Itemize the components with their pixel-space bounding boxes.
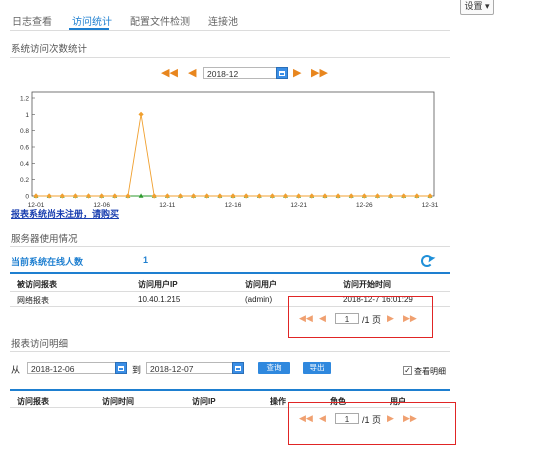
server-first-page-icon[interactable]: ◀◀ [299,313,313,323]
detail-prev-page-icon[interactable]: ◀ [319,413,326,423]
show-detail-checkbox[interactable]: ✓ [403,366,412,375]
access-count-chart: 00.20.40.60.811.212-01 12-06 12-11 12-16 12-… [20,91,439,209]
server-divider [10,246,450,247]
server-next-page-icon[interactable]: ▶ [387,313,394,323]
server-col-start-time: 访问开始时间 [343,280,391,289]
month-input[interactable]: 2018-12 [203,67,277,79]
detail-col-report: 访问报表 [17,397,49,406]
server-col-ip: 访问用户IP [138,280,178,289]
caret-down-icon: ▾ [485,1,490,11]
online-users-label: 当前系统在线人数 [11,257,84,267]
server-page-total: /1 页 [362,315,382,325]
y-tick-label: 1.2 [20,96,29,103]
detail-col-action: 操作 [270,397,286,406]
y-tick-label: 0.8 [20,128,29,135]
calendar-icon[interactable] [276,67,288,79]
online-users-count: 1 [143,255,149,265]
x-tick-label: 12-11 [159,202,176,209]
detail-section-title: 报表访问明细 [11,339,69,350]
prev-month-icon[interactable]: ◀ [188,67,196,79]
tab-connection-pool[interactable]: 连接池 [208,13,238,28]
refresh-icon[interactable] [421,255,433,267]
y-tick-label: 1 [25,112,29,119]
x-tick-label: 12-31 [422,202,439,209]
tab-log-view[interactable]: 日志查看 [12,13,52,28]
server-cell-report: 网络报表 [17,296,49,305]
x-tick-label: 12-16 [225,202,242,209]
chart-frame [31,91,435,197]
stats-section-title: 系统访问次数统计 [11,44,88,55]
from-calendar-icon[interactable] [115,362,127,374]
from-label: 从 [11,365,21,375]
server-table-header-rule [10,291,450,292]
query-button[interactable]: 查询 [258,362,290,374]
settings-dropdown[interactable]: 设置 ▾ [460,0,494,15]
server-last-page-icon[interactable]: ▶▶ [403,313,417,323]
y-tick-label: 0.2 [20,177,29,184]
x-tick-label: 12-21 [290,202,307,209]
detail-divider [10,351,450,352]
tab-access-stats[interactable]: 访问统计 [72,13,112,28]
y-tick-label: 0.6 [20,145,29,152]
detail-col-ip: 访问IP [192,397,216,406]
server-table-top-rule [10,272,450,274]
server-prev-page-icon[interactable]: ◀ [319,313,326,323]
stats-divider [10,57,450,58]
show-detail-label: 查看明细 [414,367,446,376]
y-tick-label: 0 [25,194,29,201]
detail-table-top-rule [10,389,450,391]
to-calendar-icon[interactable] [232,362,244,374]
export-button[interactable]: 导出 [303,362,331,374]
server-col-report: 被访问报表 [17,280,57,289]
to-date-input[interactable]: 2018-12-07 [146,362,233,374]
unregistered-watermark: 报表系统尚未注册，请购买 [11,209,120,219]
to-label: 到 [132,365,142,375]
detail-col-time: 访问时间 [102,397,134,406]
detail-last-page-icon[interactable]: ▶▶ [403,413,417,423]
detail-first-page-icon[interactable]: ◀◀ [299,413,313,423]
server-col-user: 访问用户 [245,280,277,289]
server-cell-user: (admin) [245,295,273,304]
next-month-icon[interactable]: ▶ [293,67,301,79]
detail-next-page-icon[interactable]: ▶ [387,413,394,423]
x-tick-label: 12-26 [356,202,373,209]
server-page-input[interactable]: 1 [335,313,359,324]
detail-page-input[interactable]: 1 [335,413,359,424]
settings-label: 设置 [464,1,483,11]
tabs-divider [10,30,450,31]
from-date-input[interactable]: 2018-12-06 [27,362,116,374]
tab-config-check[interactable]: 配置文件检测 [130,13,190,28]
server-cell-ip: 10.40.1.215 [138,295,181,304]
detail-page-total: /1 页 [362,415,382,425]
next-year-icon[interactable]: ▶▶ [311,67,328,79]
server-section-title: 服务器使用情况 [11,234,78,245]
prev-year-icon[interactable]: ◀◀ [161,67,178,79]
y-tick-label: 0.4 [20,161,29,168]
